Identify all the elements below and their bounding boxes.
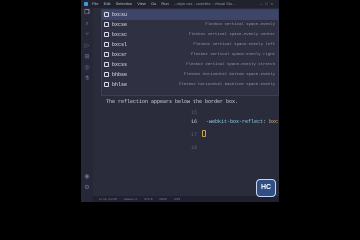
extensions-icon[interactable]: ⊞ (84, 54, 90, 60)
snippet-icon (104, 52, 109, 57)
suggestion-label: bhlse (112, 82, 128, 88)
line-number: 15 (190, 110, 197, 116)
suggestion-item[interactable]: bxcsu (102, 10, 278, 20)
window-controls: –□× (260, 0, 276, 8)
suggestion-detail: Flexbox vertical space-evenly right (190, 53, 275, 57)
suggestion-item[interactable]: bhbse Flexbox horizontal bottom space-ev… (102, 70, 278, 80)
status-encoding[interactable]: UTF-8 (144, 197, 153, 201)
menu-selection[interactable]: Selection (116, 1, 132, 6)
line-number: 17 (190, 132, 197, 138)
suggestion-item[interactable]: bxcsr Flexbox vertical space-evenly righ… (102, 50, 278, 60)
line-number: 18 (190, 145, 197, 151)
menu-bar: File Edit Selection View Go Run ... (92, 0, 181, 8)
suggestion-item[interactable]: bhlse Flexbox horizontal baseline space-… (102, 80, 278, 90)
settings-icon[interactable]: ⚙ (84, 185, 90, 191)
channel-logo: HC (256, 179, 276, 197)
suggestion-detail: Flexbox vertical space-evenly stretch (186, 63, 275, 67)
status-indentation[interactable]: Spaces: 2 (124, 197, 137, 201)
suggestion-documentation: The reflection appears below the border … (106, 99, 239, 105)
status-eol[interactable]: CRLF (159, 197, 167, 201)
status-language[interactable]: CSS (174, 197, 180, 201)
testing-icon[interactable]: ⚗ (84, 76, 90, 82)
suggestion-label: bhbse (112, 72, 128, 78)
snippet-icon (104, 82, 109, 87)
suggestion-detail: Flexbox vertical space-evenly left (193, 43, 275, 47)
menu-go[interactable]: Go (151, 1, 156, 6)
account-icon[interactable]: ◉ (84, 174, 90, 180)
window-title: style.css - codeflex - Visual Stu... (177, 1, 236, 6)
suggestion-item[interactable]: bxcss Flexbox vertical space-evenly stre… (102, 60, 278, 70)
suggestion-label: bxcsr (112, 52, 128, 58)
suggestion-detail: Flexbox vertical space-evenly (205, 23, 275, 27)
suggestion-label: bxcss (112, 62, 128, 68)
suggestion-detail: Flexbox horizontal baseline space-evenly (178, 83, 275, 87)
css-property: -webkit-box-reflect (206, 119, 264, 125)
source-control-icon[interactable]: ⑂ (84, 32, 90, 38)
menu-edit[interactable]: Edit (104, 1, 111, 6)
close-icon[interactable]: × (271, 1, 276, 6)
suggestion-label: bxcse (112, 22, 128, 28)
code-line-current[interactable]: -webkit-box-reflect: bxc; (206, 118, 279, 126)
vscode-window: File Edit Selection View Go Run ... styl… (81, 0, 279, 202)
suggestion-detail: Flexbox vertical space-evenly center (188, 33, 275, 37)
status-cursor-position[interactable]: Ln 16, Col 25 (99, 197, 117, 201)
vscode-logo-icon (84, 2, 88, 6)
title-bar: File Edit Selection View Go Run ... styl… (81, 0, 279, 8)
snippet-icon (104, 42, 109, 47)
snippet-icon (104, 22, 109, 27)
snippet-icon (104, 32, 109, 37)
activity-bar: ❐ ⌕ ⑂ ▷ ⊞ ◎ ⚗ ◉ ⚙ (81, 8, 93, 202)
menu-run[interactable]: Run (161, 1, 168, 6)
css-semicolon: ; (278, 119, 279, 125)
suggestion-item[interactable]: bxcsl Flexbox vertical space-evenly left (102, 40, 278, 50)
line-number-current: 16 (190, 119, 197, 125)
status-bar: Ln 16, Col 25 Spaces: 2 UTF-8 CRLF CSS (93, 196, 279, 202)
search-icon[interactable]: ⌕ (84, 21, 90, 27)
remote-icon[interactable]: ◎ (84, 65, 90, 71)
snippet-icon (104, 72, 109, 77)
suggestion-label: bxcsl (112, 42, 128, 48)
suggestion-detail: Flexbox horizontal bottom space-evenly (183, 73, 275, 77)
suggestion-item[interactable]: bxcse Flexbox vertical space-evenly (102, 20, 278, 30)
snippet-icon (104, 62, 109, 67)
suggestion-widget: bxcsu bxcse Flexbox vertical space-evenl… (101, 9, 279, 105)
files-icon[interactable]: ❐ (84, 10, 90, 16)
suggestion-label: bxcsu (112, 12, 128, 18)
snippet-icon (104, 12, 109, 17)
closing-brace-marker (202, 130, 206, 137)
menu-file[interactable]: File (92, 1, 98, 6)
suggestion-label: bxcsc (112, 32, 128, 38)
suggestion-item[interactable]: bxcsc Flexbox vertical space-evenly cent… (102, 30, 278, 40)
run-debug-icon[interactable]: ▷ (84, 43, 90, 49)
menu-view[interactable]: View (137, 1, 146, 6)
css-value: bxc (269, 119, 279, 125)
